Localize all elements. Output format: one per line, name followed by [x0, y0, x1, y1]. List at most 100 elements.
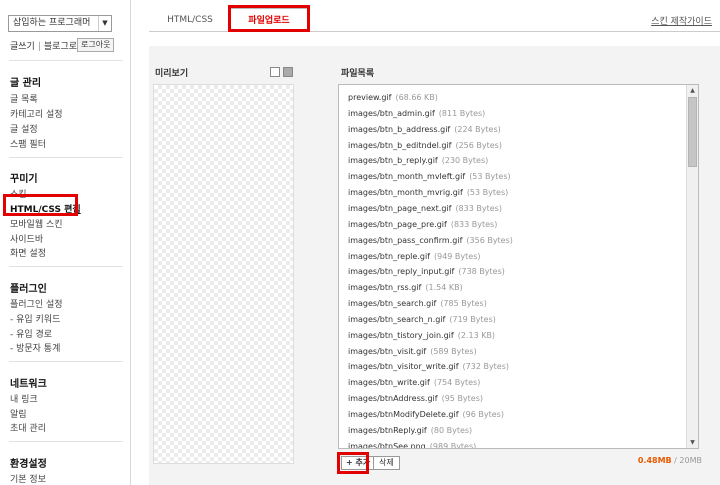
file-size: (68.66 KB) — [395, 93, 438, 102]
file-list-item[interactable]: images/btn_b_editndel.gif (256 Bytes) — [348, 141, 502, 150]
file-size: (833 Bytes) — [455, 203, 502, 213]
file-size: (53 Bytes) — [469, 172, 511, 182]
file-name: images/btn_reple.gif — [348, 251, 430, 261]
top-links: 글쓰기 | 블로그로 — [10, 39, 77, 52]
sidebar-item-notifications[interactable]: 알림 — [10, 407, 27, 420]
add-button-highlight — [337, 452, 369, 474]
blog-link[interactable]: 블로그로 — [44, 42, 77, 52]
file-list-item[interactable]: images/btn_search.gif (785 Bytes) — [348, 299, 487, 308]
sidebar: 삽입하는 프로그래머 ▼ 글쓰기 | 블로그로 로그아웃 글 관리 글 목록 카테고… — [0, 0, 131, 485]
file-list-item[interactable]: images/btn_month_mvrig.gif (53 Bytes) — [348, 188, 508, 197]
sidebar-item-invites[interactable]: 초대 관리 — [10, 421, 46, 434]
file-list-item[interactable]: images/btn_visit.gif (589 Bytes) — [348, 347, 477, 356]
sidebar-item-visitor-stats[interactable]: - 방문자 통계 — [10, 341, 60, 354]
file-list-item[interactable]: images/btn_reple.gif (949 Bytes) — [348, 252, 481, 261]
file-name: images/btn_page_pre.gif — [348, 219, 447, 229]
file-list-item[interactable]: images/btnModifyDelete.gif (96 Bytes) — [348, 410, 504, 419]
file-size: (96 Bytes) — [462, 410, 504, 419]
file-list-item[interactable]: images/btn_search_n.gif (719 Bytes) — [348, 315, 496, 324]
file-name: images/btn_b_editndel.gif — [348, 140, 452, 150]
blog-select-value: 삽입하는 프로그래머 — [13, 18, 91, 28]
file-name: images/btn_search_n.gif — [348, 314, 446, 324]
skin-guide-link[interactable]: 스킨 제작가이드 — [651, 14, 712, 27]
file-list-item[interactable]: images/btn_reply_input.gif (738 Bytes) — [348, 267, 505, 276]
sidebar-divider — [9, 157, 123, 158]
file-size: (53 Bytes) — [466, 188, 509, 198]
file-size: (754 Bytes) — [433, 378, 481, 388]
scroll-down-icon[interactable]: ▼ — [687, 437, 698, 448]
sidebar-item-referrers[interactable]: - 유입 경로 — [10, 327, 52, 340]
sidebar-divider — [9, 266, 123, 267]
file-size: (356 Bytes) — [466, 235, 513, 245]
storage-used: 0.48MB — [637, 456, 672, 465]
scroll-thumb[interactable] — [688, 97, 697, 167]
write-link[interactable]: 글쓰기 — [10, 42, 35, 52]
file-list-item[interactable]: images/btn_write.gif (754 Bytes) — [348, 378, 480, 387]
file-list-item[interactable]: images/btn_b_reply.gif (230 Bytes) — [348, 156, 488, 165]
file-size: (989 Bytes) — [429, 441, 477, 449]
sidebar-divider — [9, 441, 123, 442]
file-list-item[interactable]: images/btn_admin.gif (811 Bytes) — [348, 109, 485, 118]
sidebar-item-sidebar[interactable]: 사이드바 — [10, 232, 43, 245]
sidebar-highlight — [3, 194, 78, 216]
sidebar-group-decorate: 꾸미기 — [10, 174, 38, 185]
sidebar-item-my-links[interactable]: 내 링크 — [10, 392, 38, 405]
file-list-item[interactable]: images/btn_page_next.gif (833 Bytes) — [348, 204, 502, 213]
file-list-item[interactable]: images/btn_b_address.gif (224 Bytes) — [348, 125, 501, 134]
file-name: images/btnAddress.gif — [348, 394, 438, 404]
file-size: (224 Bytes) — [454, 124, 501, 134]
file-size: (80 Bytes) — [430, 425, 473, 435]
bg-gray-toggle[interactable] — [283, 67, 293, 77]
file-size: (732 Bytes) — [462, 362, 510, 372]
blog-select[interactable]: 삽입하는 프로그래머 ▼ — [8, 15, 112, 32]
bg-white-toggle[interactable] — [270, 67, 280, 77]
file-name: images/btn_pass_confirm.gif — [348, 235, 463, 245]
file-list[interactable]: preview.gif (68.66 KB) images/btn_admin.gi… — [338, 84, 699, 449]
file-size: (785 Bytes) — [440, 299, 487, 309]
file-list-item[interactable]: images/btnAddress.gif (95 Bytes) — [348, 394, 483, 403]
sidebar-item-post-settings[interactable]: 글 설정 — [10, 122, 38, 135]
logout-button[interactable]: 로그아웃 — [77, 38, 115, 52]
sidebar-group-network: 네트워크 — [10, 379, 47, 390]
delete-file-button[interactable]: 삭제 — [373, 456, 400, 470]
sidebar-group-settings: 환경설정 — [10, 459, 47, 470]
file-name: images/btn_write.gif — [348, 378, 430, 388]
file-name: images/btn_b_address.gif — [348, 124, 451, 134]
file-name: preview.gif — [348, 93, 392, 102]
link-separator: | — [37, 42, 41, 52]
file-size: (589 Bytes) — [430, 346, 477, 356]
storage-usage: 0.48MB / 20MB — [638, 456, 702, 465]
scroll-up-icon[interactable]: ▲ — [687, 85, 698, 96]
file-list-item[interactable]: images/btn_rss.gif (1.54 KB) — [348, 283, 463, 292]
file-size: (230 Bytes) — [441, 156, 489, 166]
file-list-item[interactable]: images/btnReply.gif (80 Bytes) — [348, 426, 472, 435]
tab-html-css[interactable]: HTML/CSS — [153, 8, 227, 32]
preview-canvas — [153, 84, 294, 464]
file-size: (95 Bytes) — [441, 394, 484, 404]
sidebar-item-basic-info[interactable]: 기본 정보 — [10, 472, 46, 485]
sidebar-item-keywords[interactable]: - 유입 키워드 — [10, 312, 60, 325]
sidebar-item-post-list[interactable]: 글 목록 — [10, 92, 38, 105]
file-list-item[interactable]: images/btn_page_pre.gif (833 Bytes) — [348, 220, 497, 229]
file-name: images/btn_rss.gif — [348, 283, 422, 293]
sidebar-item-plugin-settings[interactable]: 플러그인 설정 — [10, 297, 63, 310]
file-list-item[interactable]: images/btn_tistory_join.gif (2.13 KB) — [348, 331, 495, 340]
file-name: images/btn_reply_input.gif — [348, 267, 455, 277]
file-list-item[interactable]: images/btn_visitor_write.gif (732 Bytes) — [348, 362, 509, 371]
sidebar-item-mobile-skin[interactable]: 모바일웹 스킨 — [10, 217, 63, 230]
file-list-item[interactable]: preview.gif (68.66 KB) — [348, 93, 438, 102]
file-list-item[interactable]: images/btn_pass_confirm.gif (356 Bytes) — [348, 236, 513, 245]
scrollbar[interactable]: ▲ ▼ — [686, 85, 698, 448]
sidebar-item-display[interactable]: 화면 설정 — [10, 246, 46, 259]
file-list-item[interactable]: images/btnSee.png (989 Bytes) — [348, 441, 477, 449]
sidebar-item-category[interactable]: 카테고리 설정 — [10, 107, 63, 120]
chevron-down-icon[interactable]: ▼ — [98, 16, 111, 31]
sidebar-item-spam-filter[interactable]: 스팸 필터 — [10, 137, 46, 150]
sidebar-divider — [9, 60, 123, 61]
file-name: images/btn_tistory_join.gif — [348, 330, 454, 340]
file-list-item[interactable]: images/btn_month_mvleft.gif (53 Bytes) — [348, 172, 511, 181]
sidebar-divider — [9, 361, 123, 362]
file-name: images/btn_month_mvleft.gif — [348, 172, 466, 182]
file-size: (833 Bytes) — [450, 219, 498, 229]
sidebar-group-post: 글 관리 — [10, 78, 42, 89]
